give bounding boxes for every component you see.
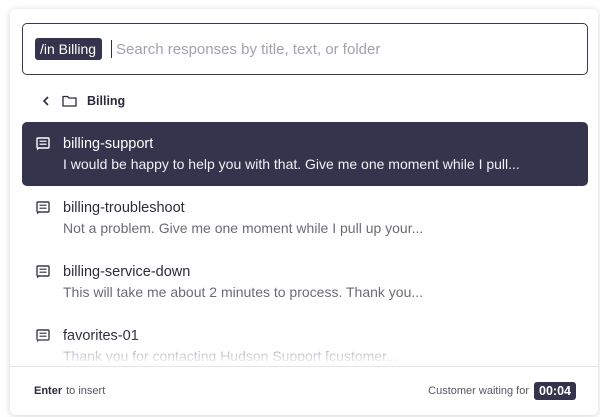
search-box[interactable]: /in Billing — [22, 23, 588, 75]
message-icon — [36, 329, 50, 343]
list-item[interactable]: favorites-01 Thank you for contacting Hu… — [22, 314, 588, 362]
response-preview: This will take me about 2 minutes to pro… — [63, 284, 424, 300]
insert-hint-key: Enter — [34, 385, 63, 397]
search-input[interactable] — [114, 39, 519, 59]
text-caret — [111, 40, 113, 58]
message-icon — [36, 201, 50, 215]
response-title: billing-support — [63, 136, 154, 152]
response-preview: I would be happy to help you with that. … — [63, 156, 520, 172]
breadcrumb: Billing — [38, 91, 125, 111]
response-preview: Thank you for contacting Hudson Support … — [63, 348, 398, 362]
insert-hint: Enter to insert — [34, 385, 105, 397]
response-preview: Not a problem. Give me one moment while … — [63, 220, 424, 236]
response-title: billing-service-down — [63, 264, 191, 280]
waiting-timer-badge: 00:04 — [534, 382, 576, 400]
waiting-label: Customer waiting for — [428, 385, 530, 397]
insert-hint-text: to insert — [66, 385, 106, 397]
response-title: billing-troubleshoot — [63, 200, 185, 216]
response-list: billing-support I would be happy to help… — [22, 122, 588, 362]
message-icon — [36, 265, 50, 279]
list-item[interactable]: billing-support I would be happy to help… — [22, 122, 588, 186]
canned-responses-panel: /in Billing Billing billing-support I wo… — [10, 9, 598, 415]
message-icon — [36, 137, 50, 151]
folder-icon — [62, 94, 78, 108]
list-item[interactable]: billing-troubleshoot Not a problem. Give… — [22, 186, 588, 250]
breadcrumb-folder-label: Billing — [87, 94, 126, 108]
scope-chip[interactable]: /in Billing — [35, 38, 103, 60]
list-item[interactable]: billing-service-down This will take me a… — [22, 250, 588, 314]
response-title: favorites-01 — [63, 328, 139, 344]
footer-bar: Enter to insert Customer waiting for 00:0… — [10, 366, 598, 415]
customer-waiting: Customer waiting for 00:04 — [428, 382, 576, 400]
chevron-left-icon[interactable] — [38, 91, 54, 111]
